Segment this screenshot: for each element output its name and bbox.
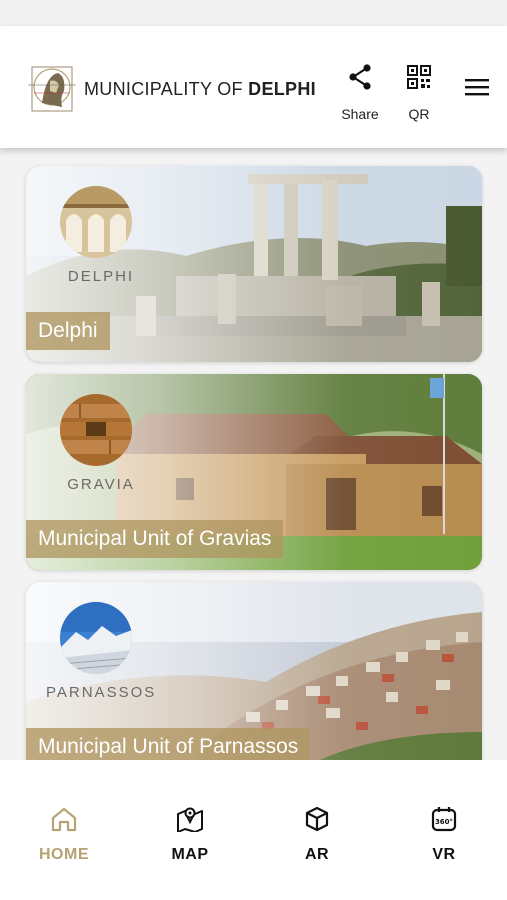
share-icon <box>345 62 375 92</box>
region-card-gravias[interactable]: GRAVIA Municipal Unit of Gravias <box>26 374 482 570</box>
vr-360-icon: 360° <box>429 804 459 834</box>
hamburger-menu-icon <box>462 72 492 102</box>
region-card-parnassos[interactable]: PARNASSOS Municipal Unit of Parnassos <box>26 582 482 760</box>
logo-emblem-icon <box>26 63 78 115</box>
home-icon <box>49 804 79 834</box>
share-label: Share <box>341 106 379 122</box>
tab-ar-label: AR <box>304 846 330 863</box>
tab-home[interactable]: HOME <box>19 804 109 864</box>
qr-code-icon <box>404 62 434 92</box>
region-card-delphi[interactable]: DELPHI Delphi <box>26 166 482 362</box>
tab-vr[interactable]: 360° VR <box>399 804 489 864</box>
delphi-emblem-name: DELPHI <box>67 268 135 285</box>
tab-ar[interactable]: AR <box>272 804 362 864</box>
tab-vr-label: VR <box>432 846 456 863</box>
status-bar <box>0 0 507 26</box>
card-caption: Municipal Unit of Gravias <box>26 520 284 558</box>
menu-button[interactable] <box>462 72 492 102</box>
cube-icon <box>302 804 332 834</box>
tab-map[interactable]: MAP <box>145 804 235 864</box>
card-caption: Delphi <box>26 312 110 350</box>
map-icon <box>175 804 205 834</box>
tab-home-label: HOME <box>39 846 89 863</box>
gravia-emblem-name: GRAVIA <box>67 476 135 493</box>
app-header: MUNICIPALITY OF DELPHI Share QR <box>0 26 507 148</box>
logo-text: MUNICIPALITY OF DELPHI <box>84 78 316 99</box>
bottom-tab-bar: HOME MAP AR 360° VR <box>0 760 507 900</box>
municipality-logo[interactable]: MUNICIPALITY OF DELPHI <box>26 64 316 114</box>
gravia-emblem-icon <box>60 394 132 466</box>
regions-list[interactable]: DELPHI Delphi GRAVIA Municipal Unit of G… <box>0 148 507 760</box>
qr-button[interactable]: QR <box>400 62 438 122</box>
delphi-emblem-icon <box>60 186 132 258</box>
tab-map-label: MAP <box>171 846 209 863</box>
parnassos-emblem-name: PARNASSOS <box>46 684 157 701</box>
card-caption: Municipal Unit of Parnassos <box>26 728 311 760</box>
svg-text:360°: 360° <box>435 818 453 826</box>
qr-label: QR <box>408 106 430 122</box>
parnassos-emblem-icon <box>60 602 132 674</box>
share-button[interactable]: Share <box>340 62 380 122</box>
